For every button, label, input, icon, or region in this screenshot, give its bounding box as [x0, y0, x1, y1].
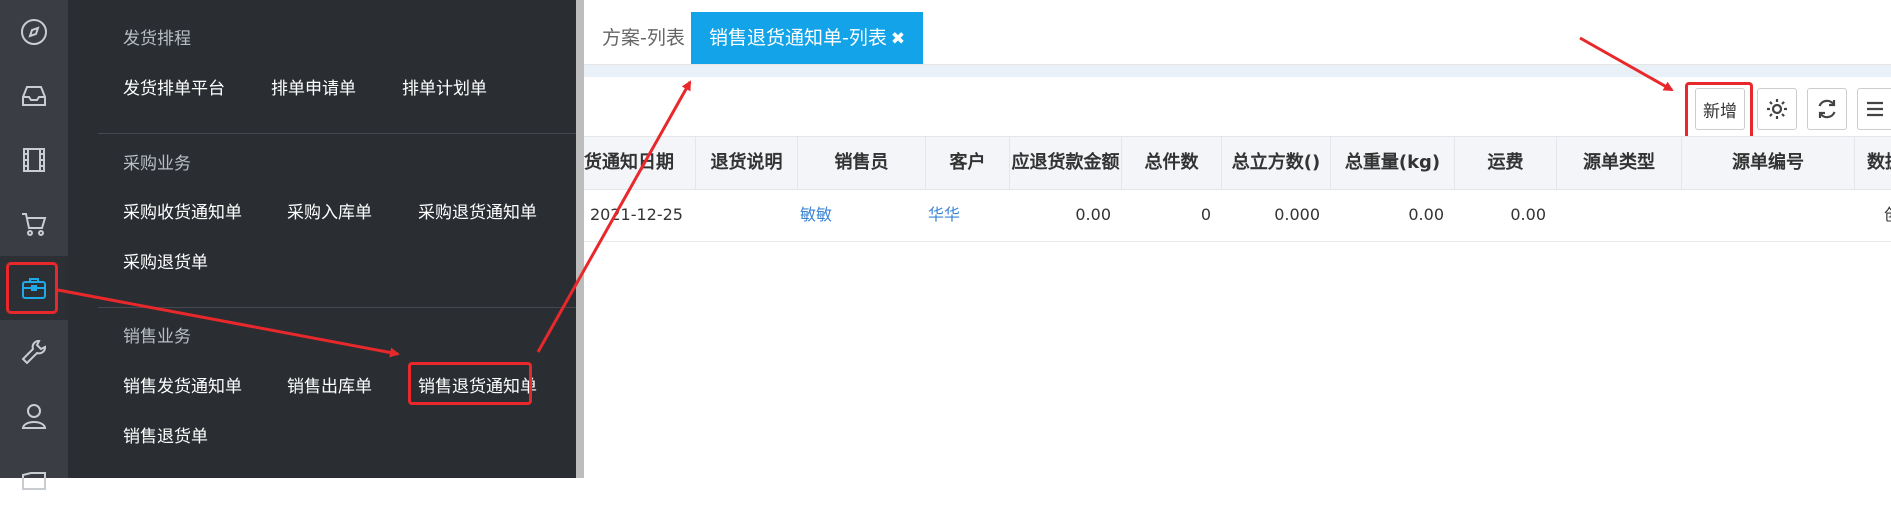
rail-item-inbox[interactable]: [0, 64, 68, 128]
column-header-freight[interactable]: 运费: [1455, 137, 1557, 189]
columns-menu-button[interactable]: [1857, 88, 1891, 130]
folder-icon: [22, 472, 46, 490]
cell-count: 0: [1200, 205, 1211, 224]
column-header-refund-amount[interactable]: 应退货款金额: [1010, 137, 1122, 189]
cell-freight: 0.00: [1510, 205, 1546, 224]
cell-weight: 0.00: [1408, 205, 1444, 224]
menu-icon: [1867, 101, 1883, 117]
gear-icon: [1767, 99, 1787, 119]
tab-subbar: [584, 65, 1891, 77]
column-header-source-no[interactable]: 源单编号: [1682, 137, 1855, 189]
cart-icon: [22, 213, 47, 236]
cell-salesperson[interactable]: 敏敏: [798, 189, 927, 241]
column-header-source-type[interactable]: 源单类型: [1557, 137, 1682, 189]
rail-item-user[interactable]: [0, 384, 68, 448]
cell-customer[interactable]: 华华: [926, 189, 1011, 241]
menu-divider: [98, 133, 576, 134]
rail-item-media[interactable]: [0, 128, 68, 192]
menu-item-purchase-return-notice[interactable]: 采购退货通知单: [418, 198, 537, 223]
column-header-customer[interactable]: 客户: [926, 137, 1010, 189]
film-icon: [23, 148, 45, 172]
refresh-button[interactable]: [1807, 88, 1847, 130]
rail-item-shop[interactable]: [0, 192, 68, 256]
cell-amount: 0.00: [1075, 205, 1111, 224]
menu-item-sales-return[interactable]: 销售退货单: [123, 422, 208, 447]
inbox-icon: [22, 86, 46, 106]
refresh-icon: [1818, 99, 1836, 119]
close-icon[interactable]: ✖: [891, 29, 905, 49]
menu-section-title-sales: 销售业务: [123, 327, 191, 347]
business-menu-panel: 发货排程 发货排单平台 排单申请单 排单计划单 采购业务 采购收货通知单 采购入…: [68, 0, 576, 478]
menu-item-schedule-request[interactable]: 排单申请单: [271, 74, 356, 99]
menu-divider: [98, 307, 576, 308]
column-header-total-weight[interactable]: 总重量(kg): [1331, 137, 1455, 189]
column-header-total-count[interactable]: 总件数: [1122, 137, 1222, 189]
rail-item-navigation[interactable]: [0, 0, 68, 64]
tab-plan-list[interactable]: 方案-列表: [584, 12, 703, 64]
column-header-total-volume[interactable]: 总立方数(): [1222, 137, 1331, 189]
menu-item-sales-outbound[interactable]: 销售出库单: [287, 372, 372, 397]
menu-scrollbar-thumb[interactable]: [576, 0, 584, 478]
user-icon: [21, 404, 47, 429]
menu-section-title-purchasing: 采购业务: [123, 154, 191, 174]
column-header-data[interactable]: 数据: [1855, 137, 1891, 189]
tab-sales-return-notice-list[interactable]: 销售退货通知单-列表 ✖: [691, 12, 924, 64]
rail-item-business[interactable]: [0, 256, 68, 320]
column-header-salesperson[interactable]: 销售员: [798, 137, 926, 189]
briefcase-icon: [22, 278, 46, 299]
tab-label: 方案-列表: [602, 27, 685, 49]
wrench-icon: [21, 340, 46, 365]
menu-item-shipping-platform[interactable]: 发货排单平台: [123, 74, 225, 99]
menu-section-title-shipping-schedule: 发货排程: [123, 29, 191, 49]
settings-button[interactable]: [1757, 88, 1797, 130]
column-header-return-date[interactable]: 货通知日期: [584, 137, 696, 189]
highlight-add-button: [1685, 82, 1753, 140]
table-row[interactable]: 2021-12-25 敏敏 华华 0.00 0 0.000 0.00 0.00 …: [584, 189, 1891, 242]
icon-rail: [0, 0, 68, 490]
cell-volume: 0.000: [1274, 205, 1320, 224]
column-header-return-desc[interactable]: 退货说明: [696, 137, 798, 189]
menu-item-purchase-receipt-notice[interactable]: 采购收货通知单: [123, 198, 242, 223]
cell-desc: [696, 189, 797, 241]
table-header: 货通知日期 退货说明 销售员 客户 应退货款金额 总件数 总立方数() 总重量(…: [584, 136, 1891, 190]
cell-data: 创: [1884, 189, 1891, 241]
menu-scrollbar[interactable]: [576, 0, 584, 478]
tab-bar: 方案-列表 销售退货通知单-列表 ✖: [584, 0, 1891, 65]
highlight-sales-return-notice: [408, 362, 532, 405]
rail-item-folder[interactable]: [0, 448, 68, 512]
cell-source-type: [1557, 189, 1681, 241]
menu-item-sales-delivery-notice[interactable]: 销售发货通知单: [123, 372, 242, 397]
rail-item-tools[interactable]: [0, 320, 68, 384]
menu-item-schedule-plan[interactable]: 排单计划单: [402, 74, 487, 99]
compass-icon: [21, 19, 47, 45]
cell-source-no: [1682, 189, 1854, 241]
menu-item-purchase-inbound[interactable]: 采购入库单: [287, 198, 372, 223]
menu-item-purchase-return[interactable]: 采购退货单: [123, 248, 208, 273]
tab-label: 销售退货通知单-列表: [709, 27, 887, 49]
cell-date: 2021-12-25: [590, 205, 683, 224]
